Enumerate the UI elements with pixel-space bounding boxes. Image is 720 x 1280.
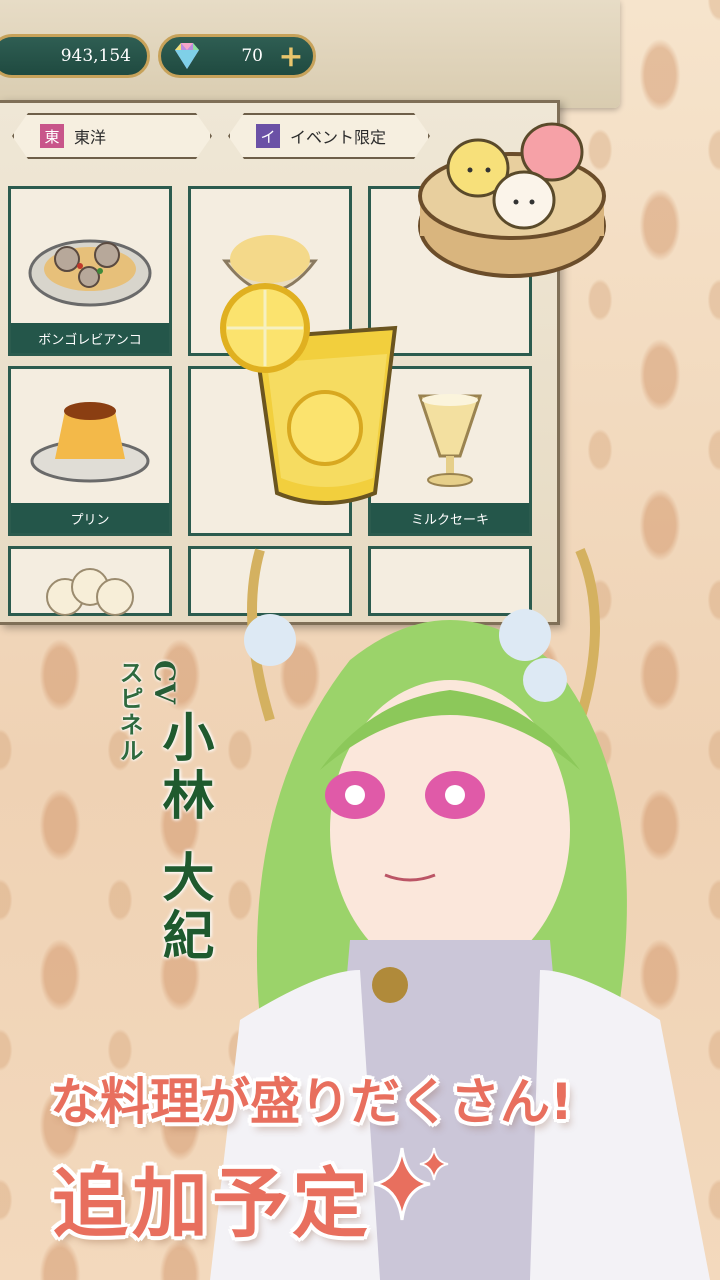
dim-sum-steamer-icon xyxy=(418,122,606,278)
cv-label: CV xyxy=(148,660,181,705)
tab-badge: 東 xyxy=(40,124,64,148)
lemonade-icon xyxy=(220,283,398,505)
gem-counter[interactable]: 70 + xyxy=(158,34,316,78)
tab-toyo[interactable]: 東 東洋 xyxy=(12,113,212,159)
gem-icon xyxy=(175,43,199,69)
tab-event-limited[interactable]: イ イベント限定 xyxy=(228,113,430,159)
add-gems-icon[interactable]: + xyxy=(277,42,305,72)
promo-text-line2: 追加予定 xyxy=(52,1159,372,1248)
tab-label: イベント限定 xyxy=(290,128,387,147)
menu-item-label: プリン xyxy=(11,503,169,533)
tab-label: 東洋 xyxy=(74,128,107,147)
dumplings-icon xyxy=(46,568,134,617)
menu-item-pudding[interactable]: プリン xyxy=(8,366,172,536)
sparkle-icon xyxy=(373,1147,449,1221)
menu-item-vongole[interactable]: ボンゴレビアンコ xyxy=(8,186,172,356)
pasta-dish-icon xyxy=(28,239,152,307)
promo-text-line1: な料理が盛りだくさん! xyxy=(50,1073,573,1131)
menu-item-label: ボンゴレビアンコ xyxy=(11,323,169,353)
gold-counter: 943,154 xyxy=(0,34,150,78)
milkshake-icon xyxy=(417,394,483,488)
tab-badge: イ xyxy=(256,124,280,148)
gem-amount: 70 xyxy=(241,46,263,66)
voice-actor-name: 小林 大紀 xyxy=(153,710,214,967)
gold-amount: 943,154 xyxy=(60,46,131,66)
menu-item-dumplings[interactable] xyxy=(8,546,172,617)
pudding-icon xyxy=(30,402,150,483)
character-name: スピネル xyxy=(115,660,144,764)
